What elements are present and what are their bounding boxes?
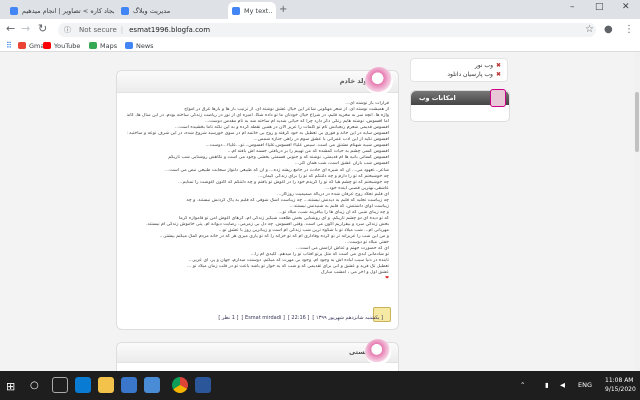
post-footer: [ یکشنبه شانزدهم شهریور ۱۳۹۹ ] [ 22:16 ]…	[171, 312, 383, 323]
back-icon[interactable]: ←	[6, 22, 15, 35]
tab-2-active[interactable]: My text..	[228, 2, 276, 19]
bookmark-maps[interactable]: Maps	[89, 40, 117, 51]
minimize-button[interactable]: –	[570, 2, 575, 12]
edge-icon[interactable]	[75, 377, 91, 393]
sidebar-link[interactable]: ✖ وب نور	[417, 61, 501, 70]
post-header: تولد خادم	[117, 71, 398, 93]
post-logo-icon	[365, 67, 393, 95]
favicon-icon	[232, 6, 240, 15]
chrome-icon[interactable]	[172, 377, 188, 393]
sidebar: ✖ وب نور ✖ وب پارسیان دانلود امکانات وب	[403, 52, 515, 177]
taskbar: ⊞ ○ ⌃ ▮ ◀ ENG 11:08 AM 9/15/2020	[0, 371, 640, 400]
bookmark-apps[interactable]: ⠿	[6, 40, 12, 51]
page-content[interactable]: ✖ وب نور ✖ وب پارسیان دانلود امکانات وب تو…	[0, 52, 640, 371]
tab-label: My text..	[244, 6, 273, 15]
store-icon[interactable]	[121, 377, 137, 393]
blog-post: تولد خادم قرارات باز نوشته اي... از همیشت…	[116, 67, 399, 330]
favicon-icon	[10, 6, 18, 15]
maps-icon	[89, 42, 97, 49]
task-view-icon[interactable]	[52, 377, 68, 393]
clock[interactable]: 11:08 AM 9/15/2020	[605, 376, 636, 394]
maximize-button[interactable]: □	[595, 2, 604, 12]
address-bar[interactable]: ⓘ Not secure | esmat1996.blogfa.com	[58, 23, 596, 37]
volume-icon[interactable]: ◀	[560, 381, 565, 389]
word-icon[interactable]	[195, 377, 211, 393]
heart-icon: ❤	[385, 276, 389, 282]
language-indicator[interactable]: ENG	[578, 381, 592, 389]
scrollbar-thumb[interactable]	[635, 92, 639, 152]
post-body-line: شاعر...تعهود می... آن که شیره ای حادث در…	[164, 167, 389, 173]
divider: |	[120, 26, 124, 34]
new-tab-button[interactable]: +	[279, 4, 287, 15]
forward-icon[interactable]: →	[21, 22, 30, 35]
menu-icon[interactable]: ⋮	[624, 24, 634, 35]
tab-label: مدیریت وبلاگ	[133, 6, 171, 15]
bullet-icon: ✖	[495, 71, 501, 78]
url-text[interactable]: esmat1996.blogfa.com	[129, 26, 210, 34]
account-icon[interactable]: ●	[604, 24, 613, 35]
star-icon[interactable]: ☆	[585, 24, 594, 35]
post-time: [ 22:16 ]	[287, 314, 310, 321]
blog-post-2: بیستی	[116, 339, 399, 371]
search-icon[interactable]: ○	[30, 380, 39, 391]
post-author[interactable]: [ Esmat mirdadi ]	[241, 315, 284, 321]
tab-0[interactable]: ایجاد کاره > تصاویر | انجام میدهیم	[6, 2, 114, 19]
bullet-icon: ✖	[495, 62, 501, 69]
widget-features: امکانات وب	[410, 89, 510, 122]
windows-start-icon[interactable]: ⊞	[6, 380, 15, 393]
tab-label: ایجاد کاره > تصاویر | انجام میدهیم	[22, 6, 114, 15]
close-button[interactable]: ✕	[622, 2, 630, 12]
sidebar-link[interactable]: ✖ وب پارسیان دانلود	[417, 70, 501, 79]
post-comments[interactable]: [ 1 نظر ]	[218, 315, 238, 321]
post-date: [ یکشنبه شانزدهم شهریور ۱۳۹۹ ]	[312, 314, 383, 321]
security-label: Not secure	[79, 26, 117, 34]
post-body: قرارات باز نوشته اي... از همیشت نوشته اي.…	[127, 101, 389, 282]
reload-icon[interactable]: ↻	[38, 22, 47, 35]
post-header: بیستی	[117, 343, 398, 363]
explorer-icon[interactable]	[98, 377, 114, 393]
mail-icon[interactable]	[144, 377, 160, 393]
tray-chevron-icon[interactable]: ⌃	[520, 381, 525, 389]
favicon-icon	[121, 6, 129, 15]
scrollbar[interactable]	[634, 52, 640, 371]
link-list: ✖ وب نور ✖ وب پارسیان دانلود	[410, 58, 508, 82]
tab-strip: ایجاد کاره > تصاویر | انجام میدهیم مدیری…	[0, 0, 640, 19]
bookmark-youtube[interactable]: YouTube	[43, 40, 80, 51]
not-secure-icon[interactable]: ⓘ	[64, 25, 71, 35]
bookmarks-bar: ⠿ Gmail YouTube Maps News	[0, 40, 640, 52]
gmail-icon	[18, 42, 26, 49]
post-logo-icon	[365, 339, 391, 365]
widget-icon	[490, 89, 506, 107]
bookmark-news[interactable]: News	[125, 40, 154, 51]
network-icon[interactable]: ▮	[545, 381, 549, 389]
tab-1[interactable]: مدیریت وبلاگ	[117, 2, 225, 19]
news-icon	[125, 42, 133, 49]
youtube-icon	[43, 42, 51, 49]
